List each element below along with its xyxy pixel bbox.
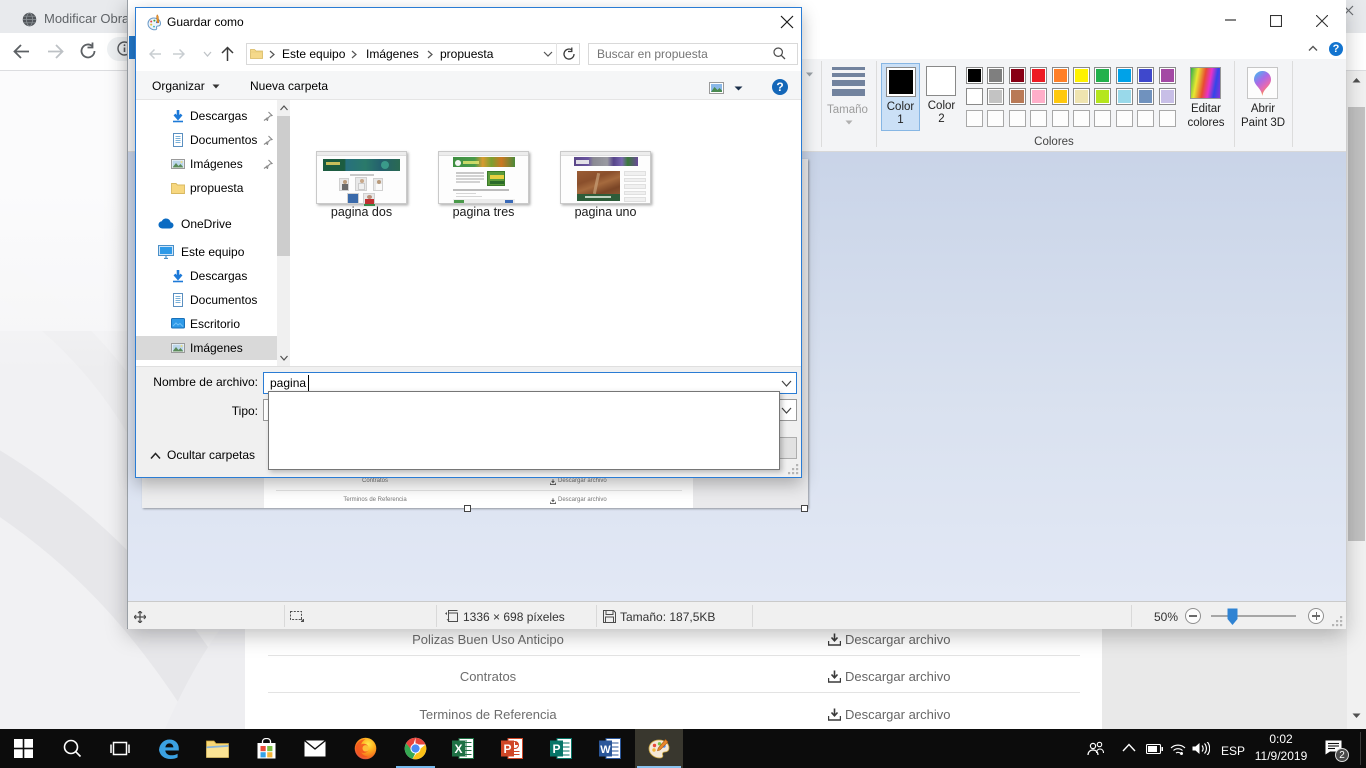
svg-text:P: P: [552, 742, 560, 756]
svg-text:P: P: [503, 742, 511, 756]
svg-text:X: X: [454, 742, 462, 756]
svg-text:W: W: [600, 744, 611, 756]
